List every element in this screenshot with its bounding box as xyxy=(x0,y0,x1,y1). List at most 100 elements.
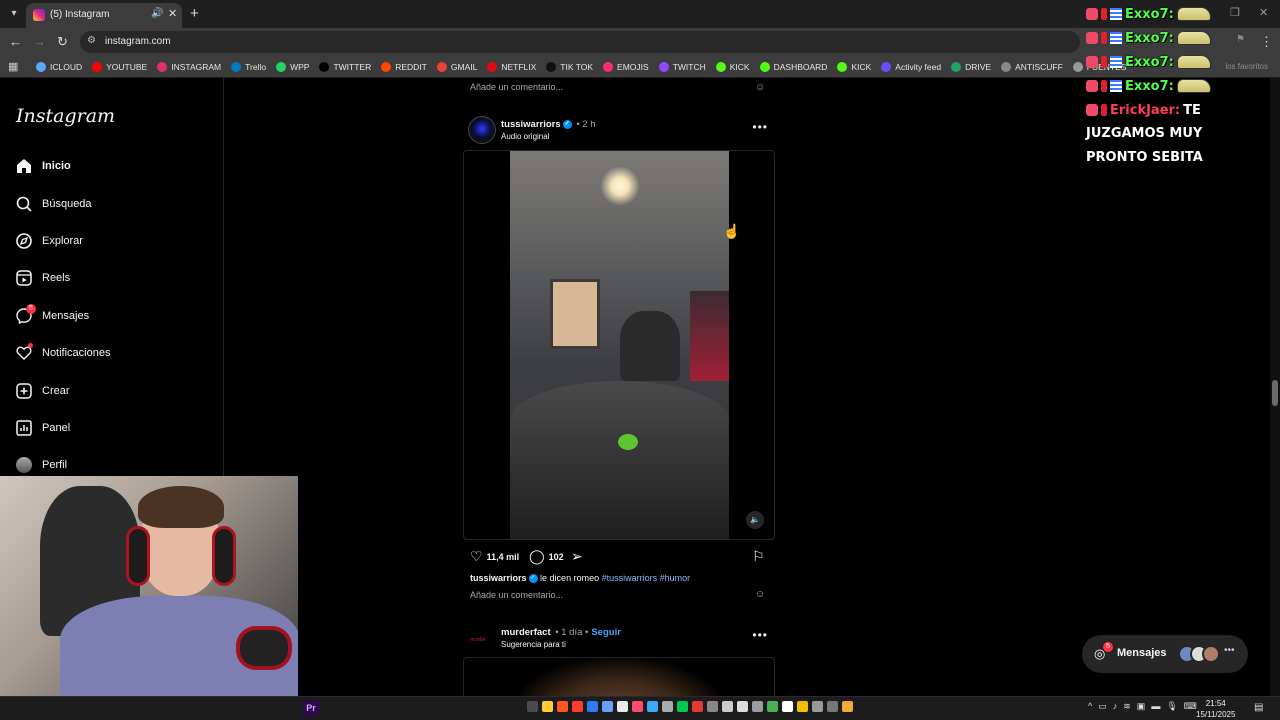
taskbar-app-icon[interactable] xyxy=(527,701,538,712)
apps-grid-icon[interactable]: ▦ xyxy=(8,60,18,73)
bookmark-antiscuff[interactable]: ANTISCUFF xyxy=(1001,62,1063,72)
emoji-icon[interactable]: ☺ xyxy=(755,589,765,600)
taskbar-app-icon[interactable] xyxy=(587,701,598,712)
taskbar-app-icon[interactable] xyxy=(797,701,808,712)
messages-floating-button[interactable]: ◎ 5 Mensajes ••• xyxy=(1082,635,1248,673)
bookmark-reddit[interactable]: REDDIT xyxy=(381,62,427,72)
volume-icon[interactable]: ♪ xyxy=(1113,701,1118,712)
like-button[interactable]: ♡ 11,4 mil xyxy=(470,548,519,565)
bookmark-gmail[interactable]: GMAIL xyxy=(436,62,477,72)
instagram-icon xyxy=(157,62,168,72)
more-options-icon[interactable]: ••• xyxy=(752,628,768,642)
bookmark-twitter[interactable]: TWITTER xyxy=(319,62,371,72)
bookmark-kick[interactable]: KICK xyxy=(837,62,871,72)
bookmark-drive[interactable]: DRIVE xyxy=(951,62,991,72)
follow-button[interactable]: Seguir xyxy=(591,627,621,638)
taskbar-app-icon[interactable] xyxy=(677,701,688,712)
taskbar-app-icon[interactable] xyxy=(812,701,823,712)
back-icon[interactable]: ← xyxy=(9,34,22,49)
browser-tab[interactable]: (5) Instagram 🔊 ✕ xyxy=(26,3,182,28)
sidebar-item-label: Perfil xyxy=(42,459,68,471)
bookmark-dashboard[interactable]: DASHBOARD xyxy=(759,62,827,72)
sidebar-item-reels[interactable]: Reels xyxy=(16,266,70,290)
tab-search-icon[interactable]: ▾ xyxy=(6,6,22,22)
bars-badge-icon xyxy=(1110,80,1122,92)
close-tab-icon[interactable]: ✕ xyxy=(168,7,177,20)
post-username[interactable]: tussiwarriors xyxy=(501,119,561,130)
post-username[interactable]: murderfact xyxy=(501,627,551,638)
bookmark-trello[interactable]: Trello xyxy=(231,62,266,72)
new-tab-icon[interactable]: + xyxy=(190,5,199,22)
reload-icon[interactable]: ↻ xyxy=(57,34,68,50)
site-info-icon[interactable]: ⚙ xyxy=(87,35,96,46)
keyboard-icon[interactable]: ⌨ xyxy=(1184,701,1197,712)
taskbar-app-icon[interactable] xyxy=(647,701,658,712)
network-icon[interactable]: ▭ xyxy=(1098,701,1107,712)
post-image[interactable] xyxy=(463,657,775,697)
taskbar-app-icon[interactable] xyxy=(692,701,703,712)
save-button[interactable]: ⚐ xyxy=(752,548,765,565)
chevron-up-icon[interactable]: ^ xyxy=(1088,701,1092,712)
add-comment-input[interactable]: Añade un comentario... xyxy=(470,590,563,600)
comment-button[interactable]: ◯ 102 xyxy=(529,548,564,565)
premiere-app-icon[interactable]: Pr xyxy=(303,700,319,716)
bookmark-icloud[interactable]: ICLOUD xyxy=(36,62,82,72)
taskbar-app-icon[interactable] xyxy=(827,701,838,712)
battery-icon[interactable]: ▬ xyxy=(1151,701,1160,712)
display-icon[interactable]: ▣ xyxy=(1137,701,1146,712)
caption-hashtags[interactable]: #tussiwarriors #humor xyxy=(602,573,691,583)
microphone-icon[interactable]: 🎙 xyxy=(1166,701,1177,712)
taskbar-app-icon[interactable] xyxy=(542,701,553,712)
post-author-avatar[interactable] xyxy=(468,116,496,144)
taskbar-app-icon[interactable] xyxy=(632,701,643,712)
scrollbar-thumb[interactable] xyxy=(1272,380,1278,406)
instagram-logo[interactable]: Instagram xyxy=(16,105,115,127)
taskbar-clock[interactable]: 21:54 15/11/2025 xyxy=(1196,698,1235,720)
bookmark-activity-feed[interactable]: Activity feed xyxy=(881,62,941,72)
scrollbar[interactable] xyxy=(1270,78,1280,696)
sidebar-item-busqueda[interactable]: Búsqueda xyxy=(16,192,92,216)
bookmark-youtube[interactable]: YOUTUBE xyxy=(92,62,147,72)
more-options-icon[interactable]: ••• xyxy=(752,120,768,134)
taskbar-app-icon[interactable] xyxy=(737,701,748,712)
sidebar-item-inicio[interactable]: Inicio xyxy=(16,154,71,178)
post-author-avatar[interactable]: murder xyxy=(468,628,496,648)
taskbar-app-icon[interactable] xyxy=(602,701,613,712)
bookmark-netflix[interactable]: NETFLIX xyxy=(487,62,536,72)
post-author[interactable]: tussiwarriors ✓ • 2 h xyxy=(501,119,596,130)
sidebar-item-notificaciones[interactable]: Notificaciones xyxy=(16,341,110,365)
speaker-icon[interactable]: 🔊 xyxy=(151,8,163,19)
bookmark-instagram[interactable]: INSTAGRAM xyxy=(157,62,221,72)
audio-label[interactable]: Audio original xyxy=(501,132,549,141)
taskbar-app-icon[interactable] xyxy=(572,701,583,712)
bookmark-kick[interactable]: KICK xyxy=(715,62,750,72)
wifi-icon[interactable]: ≋ xyxy=(1123,701,1131,712)
bookmark-wpp[interactable]: WPP xyxy=(276,62,309,72)
bookmark-emojis[interactable]: EMOJIS xyxy=(603,62,649,72)
address-bar[interactable]: ⚙ instagram.com xyxy=(80,31,1080,53)
taskbar-app-icon[interactable] xyxy=(767,701,778,712)
sidebar-item-panel[interactable]: Panel xyxy=(16,416,70,440)
taskbar-app-icon[interactable] xyxy=(842,701,853,712)
bookmark-twitch[interactable]: TWITCH xyxy=(658,62,706,72)
taskbar-app-icon[interactable] xyxy=(662,701,673,712)
bookmark-tik-tok[interactable]: TIK TOK xyxy=(546,62,593,72)
sidebar-item-explorar[interactable]: Explorar xyxy=(16,229,83,253)
forward-icon[interactable]: → xyxy=(33,34,46,49)
taskbar-app-icon[interactable] xyxy=(722,701,733,712)
taskbar-app-icon[interactable] xyxy=(557,701,568,712)
sidebar-item-mensajes[interactable]: 5 Mensajes xyxy=(16,304,89,328)
sidebar-item-perfil[interactable]: Perfil xyxy=(16,453,67,477)
taskbar-app-icon[interactable] xyxy=(707,701,718,712)
taskbar-app-icon[interactable] xyxy=(752,701,763,712)
taskbar-app-icon[interactable] xyxy=(617,701,628,712)
taskbar-app-icon[interactable] xyxy=(782,701,793,712)
add-comment-input[interactable]: Añade un comentario... xyxy=(470,82,563,92)
post-video[interactable]: 🔈 xyxy=(463,150,775,540)
notification-center-icon[interactable]: ▤ xyxy=(1254,702,1263,713)
emoji-icon[interactable]: ☺ xyxy=(755,82,765,93)
sidebar-item-crear[interactable]: Crear xyxy=(16,379,70,403)
caption-username[interactable]: tussiwarriors xyxy=(470,573,527,583)
share-button[interactable]: ➢ xyxy=(571,548,583,565)
volume-icon[interactable]: 🔈 xyxy=(746,511,764,529)
